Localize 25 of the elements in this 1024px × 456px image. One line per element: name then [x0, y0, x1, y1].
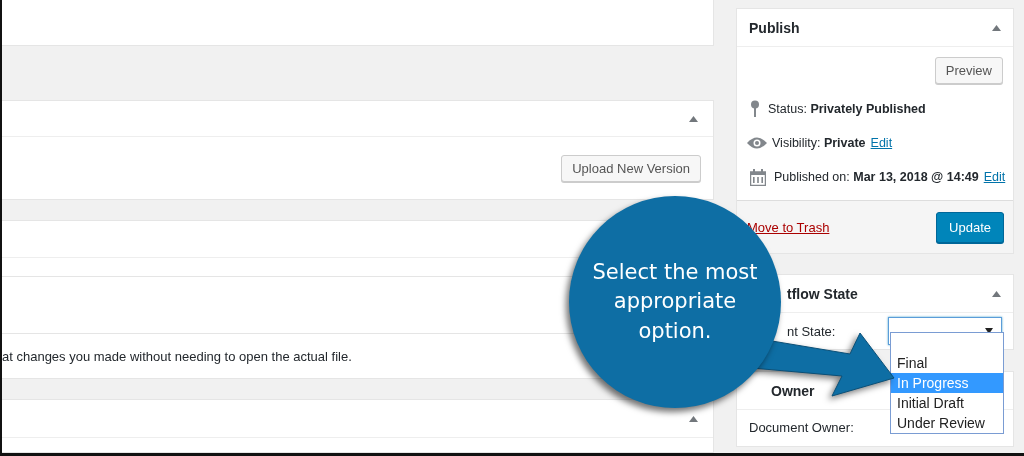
- field-label: nt State:: [787, 323, 836, 339]
- pin-icon: [750, 100, 760, 118]
- calendar-icon: [750, 168, 766, 186]
- dropdown-option[interactable]: Final: [891, 353, 1003, 373]
- status-text: Status: Privately Published: [768, 102, 926, 116]
- preview-button[interactable]: Preview: [934, 57, 1003, 84]
- box-title: tflow State: [786, 285, 858, 302]
- edit-link[interactable]: Edit: [870, 136, 893, 150]
- caret-icon[interactable]: [689, 115, 698, 122]
- edit-link[interactable]: Edit: [983, 170, 1006, 184]
- visibility-text: Visibility: Private: [772, 136, 866, 150]
- caret-icon[interactable]: [992, 290, 1001, 297]
- update-button[interactable]: Update: [936, 211, 1004, 243]
- dropdown-option[interactable]: Initial Draft: [891, 393, 1003, 413]
- dropdown-arrow-icon: [985, 328, 993, 334]
- field-label: Document Owner:: [749, 420, 854, 435]
- box-title: Publish: [749, 19, 800, 36]
- published-date-text: Published on: Mar 13, 2018 @ 14:49: [774, 170, 979, 184]
- eye-icon: [747, 137, 767, 149]
- box-title: Owner: [770, 382, 815, 399]
- upload-button[interactable]: Upload New Version: [561, 154, 701, 182]
- dropdown-option[interactable]: Under Review: [891, 413, 1003, 433]
- description-text: at changes you made without needing to open the actual file.: [2, 348, 352, 364]
- caret-icon[interactable]: [992, 24, 1001, 31]
- caret-icon[interactable]: [689, 415, 698, 422]
